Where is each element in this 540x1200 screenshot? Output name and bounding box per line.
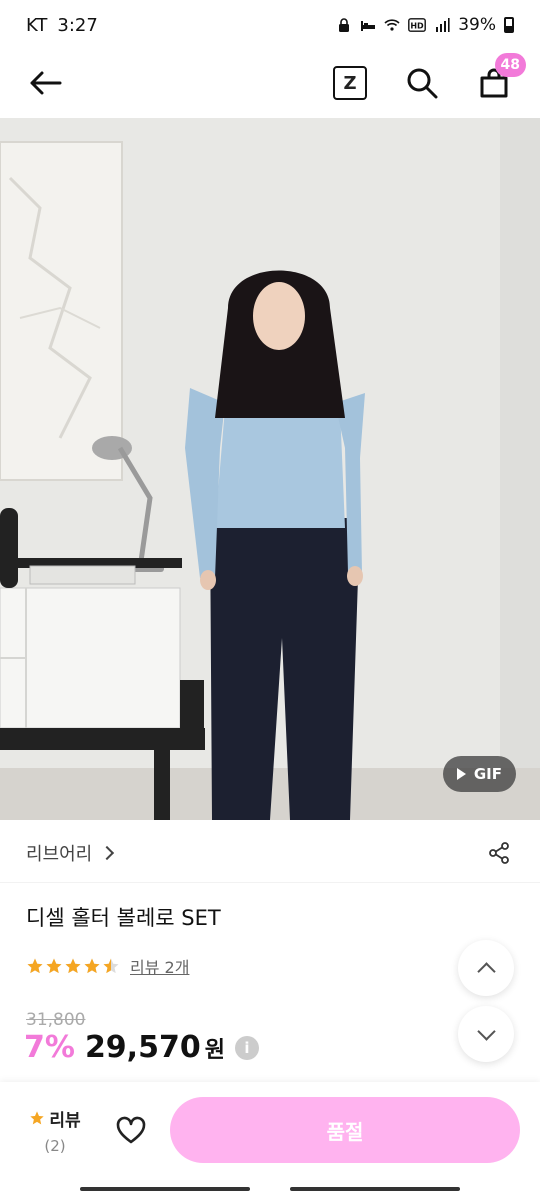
z-logo-icon: Z xyxy=(333,66,367,100)
chevron-up-icon xyxy=(476,961,496,981)
bed-icon xyxy=(361,21,376,31)
currency-label: 원 xyxy=(204,1038,225,1063)
star-icon xyxy=(30,1111,45,1125)
discount-rate: 7% xyxy=(24,1030,75,1065)
rating-star-icon xyxy=(103,958,119,974)
svg-text:HD: HD xyxy=(411,22,425,31)
nav-handle-right[interactable] xyxy=(290,1187,460,1191)
brand-row: 리브어리 xyxy=(0,830,540,876)
cart-button[interactable]: 48 xyxy=(476,53,526,101)
rating-star-icon xyxy=(65,958,81,974)
review-summary-button[interactable]: 리뷰 (2) xyxy=(20,1106,90,1155)
zigzag-button[interactable]: Z xyxy=(332,65,368,101)
gif-play-button[interactable]: GIF xyxy=(442,756,516,792)
back-button[interactable] xyxy=(28,58,78,108)
time-label: 3:27 xyxy=(57,14,98,36)
hd-icon: HD xyxy=(408,18,427,32)
rating-star-icon xyxy=(27,958,43,974)
search-button[interactable] xyxy=(404,65,440,101)
battery-percent: 39% xyxy=(458,15,496,35)
battery-icon xyxy=(504,17,514,33)
share-icon xyxy=(489,842,509,864)
heart-icon xyxy=(116,1116,146,1144)
product-title: 디셀 홀터 볼레로 SET xyxy=(26,906,221,930)
product-photo xyxy=(0,118,540,820)
chevron-down-icon xyxy=(476,1021,496,1041)
cart-count-badge: 48 xyxy=(494,53,526,77)
rating-row: 리뷰 2개 xyxy=(26,954,189,978)
divider xyxy=(0,882,540,883)
status-bar: KT 3:27 HD 39% xyxy=(0,0,540,50)
carrier-label: KT xyxy=(26,14,48,36)
signal-icon xyxy=(436,18,450,32)
brand-name: 리브어리 xyxy=(26,844,93,865)
wifi-icon xyxy=(384,19,400,31)
sale-price: 29,570 xyxy=(84,1030,201,1065)
soldout-button[interactable]: 품절 xyxy=(170,1097,520,1163)
play-icon xyxy=(456,768,466,780)
lock-icon xyxy=(339,18,350,32)
app-header: Z 48 xyxy=(0,50,540,116)
price-info-icon[interactable]: i xyxy=(234,1035,259,1060)
system-nav-bar xyxy=(0,1178,540,1200)
review-count-link[interactable]: 리뷰 2개 xyxy=(130,954,189,978)
share-button[interactable] xyxy=(484,838,514,868)
brand-link[interactable]: 리브어리 xyxy=(26,840,115,866)
bottom-action-bar: 리뷰 (2) 품절 xyxy=(0,1082,540,1178)
z-label: Z xyxy=(343,72,357,94)
rating-star-icon xyxy=(84,958,100,974)
rating-star-icon xyxy=(46,958,62,974)
rating-stars xyxy=(26,957,120,975)
price-row: 7% 29,570 원 i xyxy=(24,1030,259,1065)
info-symbol: i xyxy=(244,1038,250,1057)
scroll-up-button[interactable] xyxy=(458,940,514,996)
chevron-right-icon xyxy=(100,845,115,861)
scroll-down-button[interactable] xyxy=(458,1006,514,1062)
review-label: 리뷰 xyxy=(49,1110,81,1131)
review-count: (2) xyxy=(44,1136,66,1155)
original-price: 31,800 xyxy=(26,1010,86,1030)
gif-label: GIF xyxy=(473,765,502,783)
search-icon xyxy=(407,68,438,99)
nav-handle-left[interactable] xyxy=(80,1187,250,1191)
arrow-left-icon xyxy=(30,71,62,95)
product-image[interactable]: GIF xyxy=(0,118,540,820)
wishlist-button[interactable] xyxy=(106,1105,156,1155)
